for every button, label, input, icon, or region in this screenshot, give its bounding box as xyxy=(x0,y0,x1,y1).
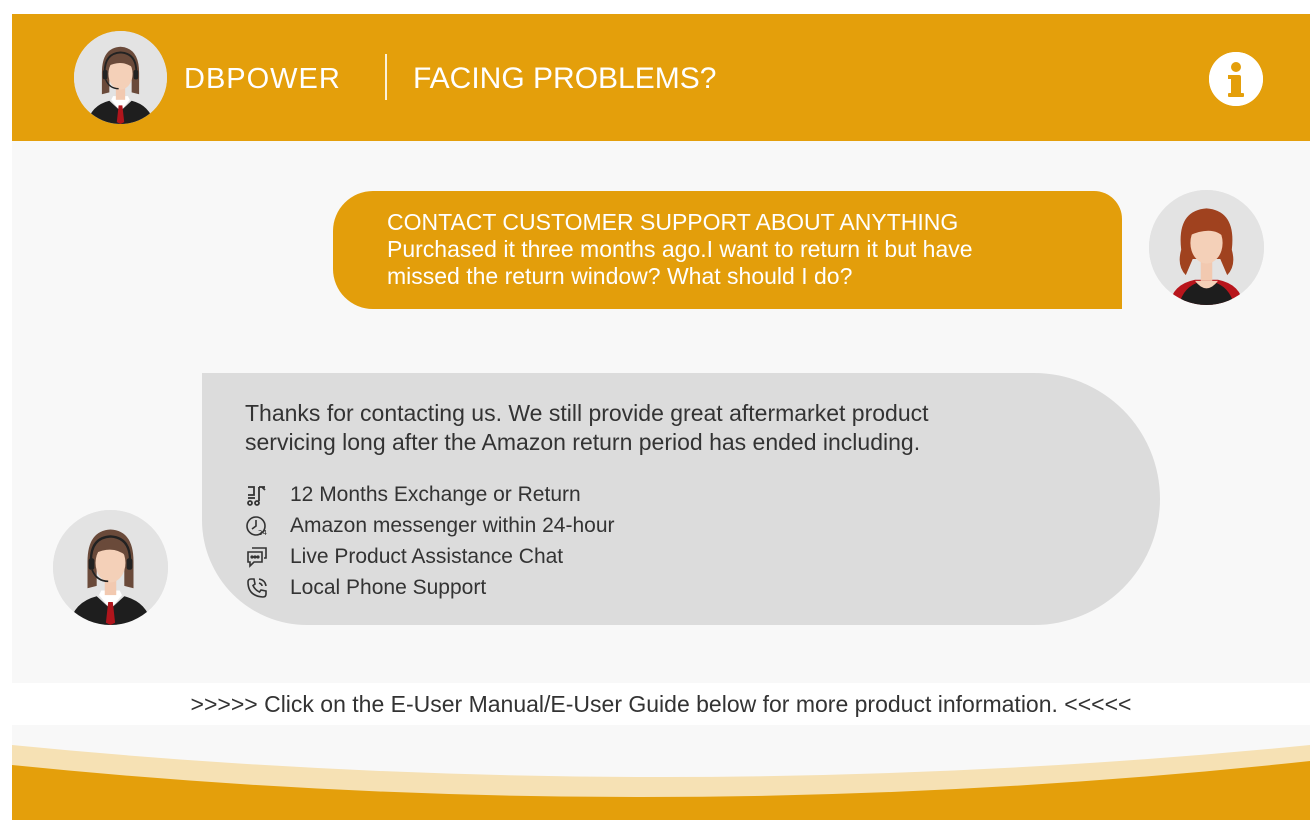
feature-label: Live Product Assistance Chat xyxy=(290,544,564,568)
feature-label: Amazon messenger within 24-hour xyxy=(290,513,615,537)
feature-item: 12 Months Exchange or Return xyxy=(245,479,615,510)
phone-icon xyxy=(245,576,269,600)
notice-band: >>>>> Click on the E-User Manual/E-User … xyxy=(12,683,1310,725)
brand-logo: DBPOWER xyxy=(184,63,341,95)
agent-message-text: Thanks for contacting us. We still provi… xyxy=(245,399,1105,457)
headline: FACING PROBLEMS? xyxy=(413,62,717,95)
header-divider xyxy=(385,54,387,100)
chat-bubble-icon xyxy=(245,545,269,569)
feature-label: 12 Months Exchange or Return xyxy=(290,482,581,506)
info-icon[interactable] xyxy=(1209,52,1263,106)
header-bar: DBPOWER FACING PROBLEMS? xyxy=(12,14,1310,141)
agent-avatar-header xyxy=(74,31,167,124)
agent-avatar xyxy=(53,510,168,625)
footer-wave xyxy=(12,739,1310,820)
feature-label: Local Phone Support xyxy=(290,575,487,599)
user-message-line: missed the return window? What should I … xyxy=(387,263,853,289)
customer-avatar xyxy=(1149,190,1264,305)
svg-text:24: 24 xyxy=(258,529,267,537)
agent-message-line: Thanks for contacting us. We still provi… xyxy=(245,400,929,426)
user-message-title: CONTACT CUSTOMER SUPPORT ABOUT ANYTHING xyxy=(387,209,959,235)
feature-item: Live Product Assistance Chat xyxy=(245,541,615,572)
user-message-bubble: CONTACT CUSTOMER SUPPORT ABOUT ANYTHING … xyxy=(333,191,1122,309)
clock-24-icon: 24 xyxy=(245,514,269,538)
agent-message-bubble: Thanks for contacting us. We still provi… xyxy=(202,373,1160,625)
agent-message-line: servicing long after the Amazon return p… xyxy=(245,429,921,455)
support-banner: DBPOWER FACING PROBLEMS? CONTACT CUSTOME… xyxy=(12,14,1310,820)
feature-list: 12 Months Exchange or Return 24 Amazon m… xyxy=(245,479,615,603)
feature-item: 24 Amazon messenger within 24-hour xyxy=(245,510,615,541)
manual-notice: >>>>> Click on the E-User Manual/E-User … xyxy=(190,691,1132,717)
user-message-line: Purchased it three months ago.I want to … xyxy=(387,236,973,262)
feature-item: Local Phone Support xyxy=(245,572,615,603)
cart-return-icon xyxy=(245,483,269,507)
